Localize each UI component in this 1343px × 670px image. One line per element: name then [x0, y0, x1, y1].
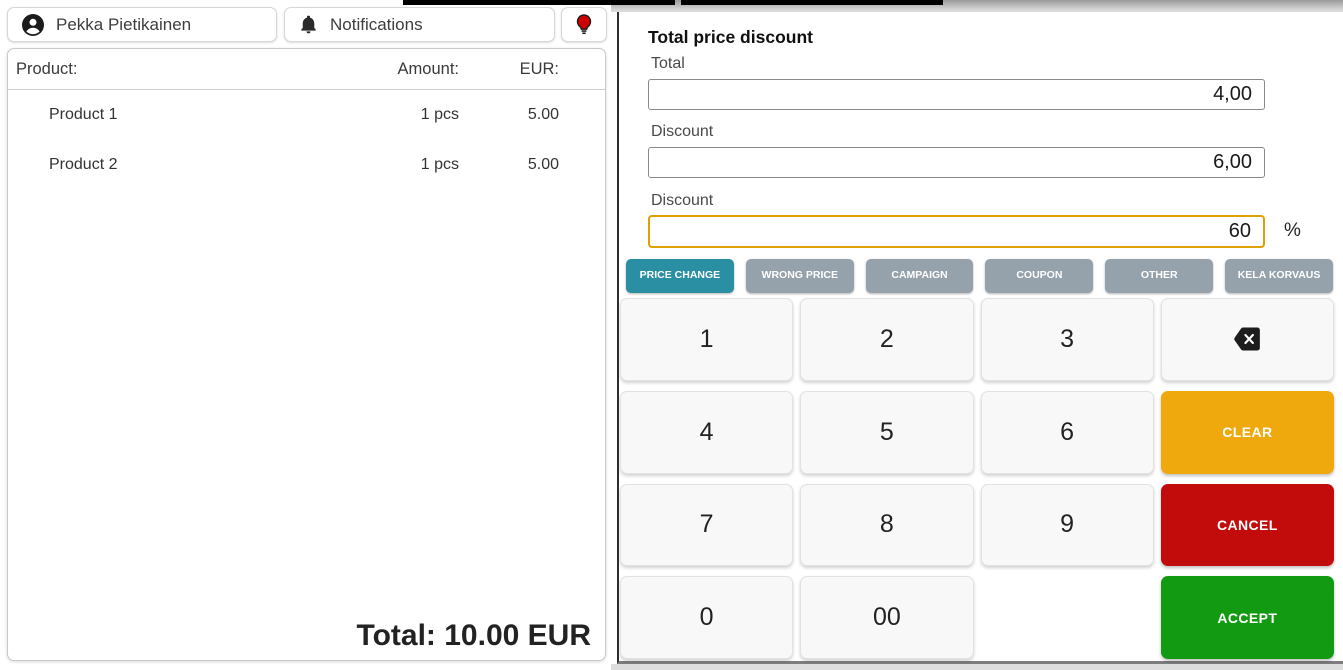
keypad-empty-cell: [981, 576, 1154, 659]
cart-row-eur: 5.00: [459, 106, 559, 124]
user-button-label: Pekka Pietikainen: [56, 15, 191, 35]
cart-row-amount: 1 pcs: [339, 106, 459, 124]
reason-other-button[interactable]: OTHER: [1105, 259, 1213, 293]
discount-percent-label: Discount: [651, 192, 713, 210]
cancel-button[interactable]: CANCEL: [1161, 484, 1334, 567]
key-3[interactable]: 3: [981, 298, 1154, 381]
key-1[interactable]: 1: [620, 298, 793, 381]
cart-panel: Product: Amount: EUR: Product 1 1 pcs 5.…: [7, 48, 606, 661]
cart-col-product: Product:: [8, 60, 339, 79]
right-panel-bottom-shadow: [611, 664, 1343, 670]
clear-button[interactable]: CLEAR: [1161, 391, 1334, 474]
discount-amount-input[interactable]: [648, 147, 1265, 178]
key-9[interactable]: 9: [981, 484, 1154, 567]
reason-kela-korvaus-button[interactable]: KELA KORVAUS: [1225, 259, 1333, 293]
reason-wrong-price-button[interactable]: WRONG PRICE: [746, 259, 854, 293]
key-4[interactable]: 4: [620, 391, 793, 474]
cart-col-eur: EUR:: [459, 60, 559, 79]
discount-reason-buttons: PRICE CHANGE WRONG PRICE CAMPAIGN COUPON…: [626, 259, 1333, 293]
cart-col-amount: Amount:: [339, 60, 459, 79]
cart-row[interactable]: Product 1 1 pcs 5.00: [8, 90, 605, 140]
cart-row[interactable]: Product 2 1 pcs 5.00: [8, 140, 605, 190]
backspace-icon: [1232, 327, 1262, 351]
notifications-button[interactable]: Notifications: [284, 7, 555, 42]
total-field-label: Total: [651, 55, 685, 73]
key-2[interactable]: 2: [800, 298, 973, 381]
reason-price-change-button[interactable]: PRICE CHANGE: [626, 259, 734, 293]
cart-row-product: Product 1: [8, 106, 339, 124]
top-black-bar-right: [681, 0, 943, 5]
key-8[interactable]: 8: [800, 484, 973, 567]
key-0[interactable]: 0: [620, 576, 793, 659]
numeric-keypad: 1 2 3 4 5 6 CLEAR 7 8 9 CANCEL 0 00 ACCE…: [620, 298, 1334, 659]
reason-campaign-button[interactable]: CAMPAIGN: [866, 259, 974, 293]
key-7[interactable]: 7: [620, 484, 793, 567]
accept-button[interactable]: ACCEPT: [1161, 576, 1334, 659]
user-button[interactable]: Pekka Pietikainen: [7, 7, 277, 42]
user-icon: [21, 13, 45, 37]
cart-total: Total: 10.00 EUR: [356, 619, 591, 653]
key-6[interactable]: 6: [981, 391, 1154, 474]
percent-suffix: %: [1284, 220, 1301, 242]
total-field-input[interactable]: [648, 79, 1265, 110]
notifications-button-label: Notifications: [330, 15, 423, 35]
discount-amount-label: Discount: [651, 123, 713, 141]
key-5[interactable]: 5: [800, 391, 973, 474]
cart-row-product: Product 2: [8, 156, 339, 174]
backspace-button[interactable]: [1161, 298, 1334, 381]
discount-percent-input[interactable]: [648, 215, 1265, 248]
cart-row-eur: 5.00: [459, 156, 559, 174]
reason-coupon-button[interactable]: COUPON: [985, 259, 1093, 293]
discount-panel-title: Total price discount: [648, 27, 813, 48]
top-black-bar-left: [403, 0, 675, 5]
cart-row-amount: 1 pcs: [339, 156, 459, 174]
bell-icon: [298, 14, 319, 35]
lightbulb-icon: [573, 13, 595, 37]
key-00[interactable]: 00: [800, 576, 973, 659]
lamp-button[interactable]: [561, 7, 607, 42]
cart-header-row: Product: Amount: EUR:: [8, 49, 605, 90]
